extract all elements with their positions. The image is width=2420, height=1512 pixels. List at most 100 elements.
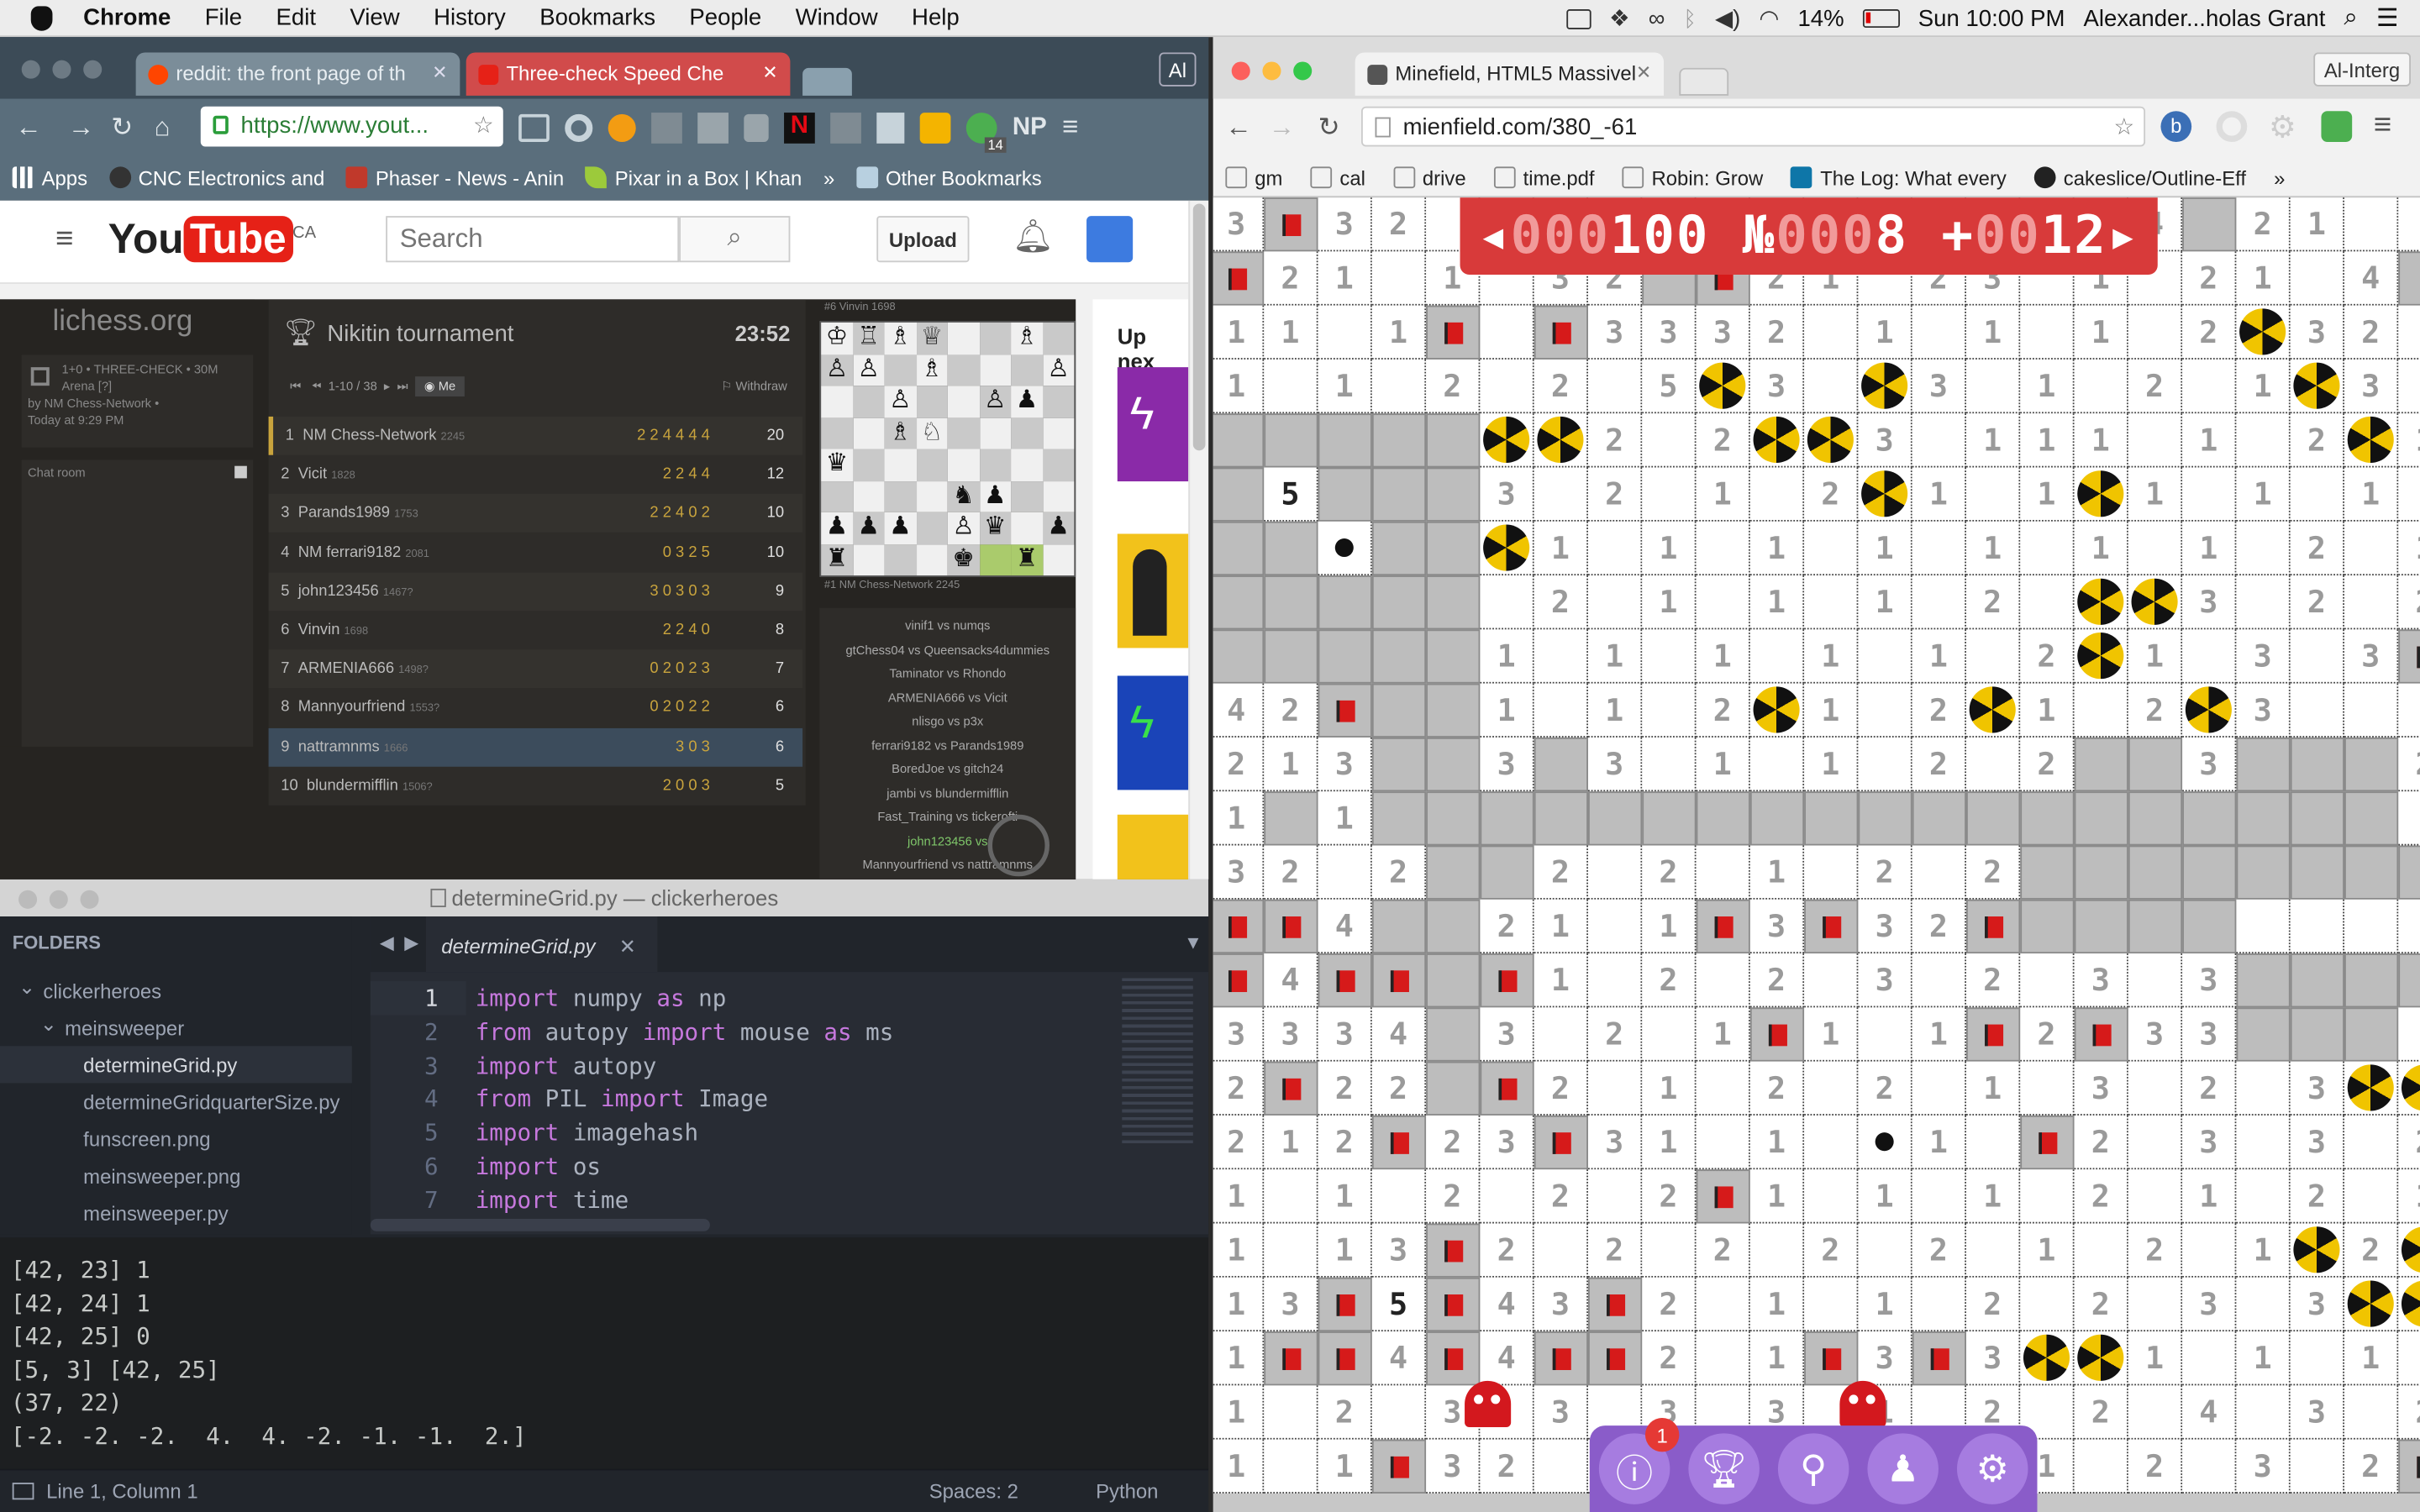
last-page-icon[interactable]: ⏭ <box>397 380 408 394</box>
number-cell[interactable]: 1 <box>2020 683 2075 738</box>
hidden-cell[interactable] <box>2020 845 2075 900</box>
hidden-cell[interactable] <box>1426 845 1481 900</box>
flag-icon[interactable] <box>1213 953 1265 1008</box>
number-cell[interactable]: 2 <box>2074 1169 2128 1224</box>
number-cell[interactable]: 1 <box>1318 251 1372 306</box>
open-cell[interactable] <box>2290 1439 2345 1494</box>
zoom-button[interactable] <box>80 890 99 909</box>
board-square[interactable] <box>947 322 980 354</box>
number-cell[interactable]: 2 <box>2290 413 2345 468</box>
hidden-cell[interactable] <box>2344 737 2399 792</box>
flag-icon[interactable] <box>1588 1331 1643 1386</box>
open-cell[interactable] <box>1912 413 1967 468</box>
number-cell[interactable]: 2 <box>2344 1439 2399 1494</box>
number-cell[interactable]: 1 <box>1318 1169 1372 1224</box>
open-cell[interactable] <box>2398 791 2420 846</box>
hidden-cell[interactable] <box>2128 845 2183 900</box>
open-cell[interactable] <box>1966 1223 2021 1278</box>
hidden-cell[interactable] <box>1213 413 1265 468</box>
grid-extension-icon[interactable] <box>651 112 682 143</box>
tab-prev-icon[interactable]: ◀ <box>380 932 394 953</box>
info-icon[interactable]: ⓘ 1 <box>1598 1417 1680 1504</box>
open-cell[interactable] <box>2236 1115 2291 1170</box>
open-cell[interactable] <box>2020 1169 2075 1224</box>
keep-extension-icon[interactable] <box>919 112 951 143</box>
number-cell[interactable]: 2 <box>1804 467 1859 522</box>
hidden-cell[interactable] <box>1213 629 1265 684</box>
number-cell[interactable]: 2 <box>2020 629 2075 684</box>
battery-icon[interactable] <box>1862 9 1900 29</box>
back-icon[interactable]: ← <box>15 113 41 144</box>
number-cell[interactable]: 1 <box>2344 1331 2399 1386</box>
open-cell[interactable] <box>1804 1169 1859 1224</box>
standings-row[interactable]: 3 Parands1989 1753 2 2 4 0 2 10 <box>268 494 803 533</box>
number-cell[interactable]: 1 <box>1318 1223 1372 1278</box>
mine-icon[interactable] <box>2074 1331 2128 1386</box>
number-cell[interactable]: 1 <box>1966 521 2021 576</box>
open-cell[interactable] <box>1264 1223 1318 1278</box>
minefield-game[interactable]: 3321133322142121132212312141113332111232… <box>1213 197 2420 1512</box>
hidden-cell[interactable] <box>1426 413 1481 468</box>
open-cell[interactable] <box>1371 251 1427 306</box>
number-cell[interactable]: 2 <box>1912 737 1967 792</box>
open-cell[interactable] <box>1588 899 1643 954</box>
flag-icon[interactable] <box>1213 251 1265 306</box>
number-cell[interactable]: 2 <box>1534 1061 1589 1116</box>
board-square[interactable] <box>979 543 1012 576</box>
youtube-search-input[interactable] <box>386 216 680 263</box>
profile-button[interactable]: Al <box>1159 52 1197 87</box>
open-cell[interactable] <box>1696 1331 1750 1386</box>
forward-icon[interactable]: → <box>68 113 94 144</box>
open-cell[interactable] <box>2398 197 2420 252</box>
number-cell[interactable]: 1 <box>1213 1277 1265 1332</box>
number-cell[interactable]: 2 <box>1588 467 1643 522</box>
number-cell[interactable]: 4 <box>2182 1385 2237 1440</box>
number-cell[interactable]: 1 <box>1264 1115 1318 1170</box>
mine-icon[interactable] <box>2074 467 2128 522</box>
number-cell[interactable]: 1 <box>2290 197 2345 252</box>
flag-icon[interactable] <box>1264 197 1318 252</box>
number-cell[interactable]: 3 <box>1858 953 1912 1008</box>
open-cell[interactable] <box>1480 305 1534 360</box>
board-square[interactable] <box>821 386 853 417</box>
number-cell[interactable]: 1 <box>1642 1061 1697 1116</box>
open-cell[interactable] <box>1264 1169 1318 1224</box>
counter-right-arrow[interactable]: ▸ <box>2107 205 2140 266</box>
hidden-cell[interactable] <box>2290 737 2345 792</box>
number-cell[interactable]: 1 <box>1749 845 1805 900</box>
number-cell[interactable]: 2 <box>2398 1115 2420 1170</box>
number-cell[interactable]: 2 <box>1480 1223 1534 1278</box>
avatar[interactable] <box>1086 216 1134 263</box>
number-cell[interactable]: 1 <box>1642 899 1697 954</box>
board-square[interactable] <box>884 543 917 576</box>
board-square[interactable] <box>884 354 917 386</box>
hidden-cell[interactable] <box>1480 791 1534 846</box>
bookmark-drive[interactable]: drive <box>1392 165 1466 189</box>
number-cell[interactable]: 3 <box>2290 1061 2345 1116</box>
board-square[interactable]: ♙ <box>852 354 885 386</box>
open-cell[interactable] <box>2236 1385 2291 1440</box>
number-cell[interactable]: 4 <box>1264 953 1318 1008</box>
open-cell[interactable] <box>2290 467 2345 522</box>
number-cell[interactable]: 1 <box>1642 1115 1697 1170</box>
open-cell[interactable] <box>2236 575 2291 630</box>
hidden-cell[interactable] <box>1371 521 1427 576</box>
number-cell[interactable]: 1 <box>1858 575 1912 630</box>
number-cell[interactable]: 1 <box>1588 629 1643 684</box>
flag-icon[interactable] <box>1371 1439 1427 1494</box>
open-cell[interactable] <box>1318 845 1372 900</box>
youtube-scrollbar[interactable] <box>1188 200 1209 879</box>
open-cell[interactable] <box>1912 521 1967 576</box>
flag-icon[interactable] <box>2074 1007 2128 1062</box>
open-cell[interactable] <box>1966 359 2021 414</box>
number-cell[interactable]: 2 <box>2236 197 2291 252</box>
number-cell[interactable]: 5 <box>1264 467 1318 522</box>
flag-icon[interactable] <box>1588 1277 1643 1332</box>
board-square[interactable] <box>884 449 917 481</box>
hidden-cell[interactable] <box>1426 791 1481 846</box>
chat-toggle[interactable] <box>234 465 247 479</box>
open-cell[interactable] <box>1912 575 1967 630</box>
open-cell[interactable] <box>1588 953 1643 1008</box>
hidden-cell[interactable] <box>2128 899 2183 954</box>
dropbox-icon[interactable]: ❖ <box>1609 5 1630 32</box>
